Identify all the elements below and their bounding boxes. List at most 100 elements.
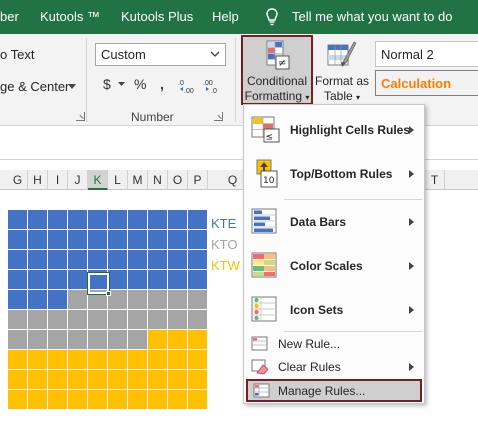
column-header-t[interactable]: T [425, 170, 445, 190]
active-cell[interactable] [87, 272, 111, 296]
waffle-cell[interactable] [148, 330, 167, 349]
waffle-cell[interactable] [188, 350, 207, 369]
waffle-cell[interactable] [128, 330, 147, 349]
waffle-cell[interactable] [168, 350, 187, 369]
waffle-cell[interactable] [128, 290, 147, 309]
waffle-cell[interactable] [88, 310, 107, 329]
menu-item-clear-rules[interactable]: Clear Rules [246, 356, 422, 378]
increase-decimal-icon[interactable]: .0 .00 [178, 78, 196, 94]
waffle-cell[interactable] [148, 210, 167, 229]
waffle-cell[interactable] [188, 230, 207, 249]
menu-item-manage-rules[interactable]: Manage Rules... [246, 379, 422, 402]
column-header-k[interactable]: K [88, 170, 108, 190]
waffle-cell[interactable] [28, 370, 47, 389]
waffle-cell[interactable] [28, 390, 47, 409]
waffle-cell[interactable] [48, 290, 67, 309]
waffle-cell[interactable] [108, 390, 127, 409]
waffle-cell[interactable] [48, 210, 67, 229]
waffle-cell[interactable] [68, 250, 87, 269]
chevron-down-icon[interactable] [118, 82, 125, 87]
waffle-cell[interactable] [68, 230, 87, 249]
waffle-cell[interactable] [168, 210, 187, 229]
waffle-cell[interactable] [168, 390, 187, 409]
waffle-cell[interactable] [68, 370, 87, 389]
waffle-cell[interactable] [128, 230, 147, 249]
waffle-cell[interactable] [28, 230, 47, 249]
waffle-cell[interactable] [8, 230, 27, 249]
waffle-cell[interactable] [8, 250, 27, 269]
waffle-cell[interactable] [108, 250, 127, 269]
column-header-m[interactable]: M [128, 170, 148, 190]
merge-center-button[interactable]: ge & Center [0, 79, 69, 94]
column-header-n[interactable]: N [148, 170, 168, 190]
waffle-cell[interactable] [148, 250, 167, 269]
waffle-cell[interactable] [188, 210, 207, 229]
waffle-cell[interactable] [48, 310, 67, 329]
menu-item-data-bars[interactable]: Data Bars [246, 203, 422, 241]
waffle-cell[interactable] [28, 290, 47, 309]
waffle-cell[interactable] [128, 250, 147, 269]
waffle-cell[interactable] [8, 370, 27, 389]
waffle-cell[interactable] [108, 270, 127, 289]
waffle-cell[interactable] [8, 310, 27, 329]
waffle-cell[interactable] [28, 310, 47, 329]
waffle-cell[interactable] [188, 250, 207, 269]
waffle-cell[interactable] [68, 290, 87, 309]
waffle-cell[interactable] [48, 270, 67, 289]
waffle-cell[interactable] [128, 350, 147, 369]
waffle-cell[interactable] [188, 270, 207, 289]
waffle-cell[interactable] [68, 310, 87, 329]
waffle-cell[interactable] [88, 250, 107, 269]
cell-style-normal2[interactable]: Normal 2 [375, 41, 478, 67]
waffle-cell[interactable] [148, 350, 167, 369]
waffle-cell[interactable] [168, 230, 187, 249]
number-format-dropdown[interactable]: Custom [95, 43, 226, 66]
waffle-cell[interactable] [8, 210, 27, 229]
waffle-cell[interactable] [28, 210, 47, 229]
waffle-cell[interactable] [168, 310, 187, 329]
waffle-cell[interactable] [68, 210, 87, 229]
tab-kutools[interactable]: Kutools ™ [40, 9, 100, 24]
menu-item-highlight-cells-rules[interactable]: ≤ Highlight Cells Rules [246, 111, 422, 149]
waffle-cell[interactable] [188, 310, 207, 329]
format-as-table-button[interactable]: Format as Table ▾ [314, 37, 370, 107]
waffle-cell[interactable] [148, 370, 167, 389]
waffle-cell[interactable] [128, 390, 147, 409]
waffle-cell[interactable] [48, 250, 67, 269]
waffle-cell[interactable] [108, 330, 127, 349]
column-header-l[interactable]: L [108, 170, 128, 190]
waffle-cell[interactable] [28, 330, 47, 349]
tab-help[interactable]: Help [212, 9, 239, 24]
menu-item-top-bottom-rules[interactable]: 10 Top/Bottom Rules [246, 155, 422, 193]
waffle-cell[interactable] [168, 370, 187, 389]
waffle-cell[interactable] [168, 330, 187, 349]
decrease-decimal-icon[interactable]: .00 .0 [203, 78, 221, 94]
menu-item-icon-sets[interactable]: Icon Sets [246, 291, 422, 329]
waffle-cell[interactable] [148, 390, 167, 409]
waffle-cell[interactable] [148, 270, 167, 289]
waffle-cell[interactable] [48, 370, 67, 389]
waffle-cell[interactable] [68, 270, 87, 289]
waffle-cell[interactable] [148, 290, 167, 309]
waffle-cell[interactable] [8, 390, 27, 409]
waffle-cell[interactable] [8, 330, 27, 349]
column-header-p[interactable]: P [188, 170, 208, 190]
column-header-g[interactable]: G [8, 170, 28, 190]
fill-handle[interactable] [106, 291, 111, 296]
menu-item-new-rule[interactable]: New Rule... [246, 333, 422, 355]
waffle-chart-grid[interactable] [8, 210, 208, 410]
waffle-cell[interactable] [48, 230, 67, 249]
waffle-cell[interactable] [8, 270, 27, 289]
column-header-h[interactable]: H [28, 170, 48, 190]
waffle-cell[interactable] [148, 230, 167, 249]
column-header-o[interactable]: O [168, 170, 188, 190]
number-dialog-launcher[interactable] [214, 112, 223, 121]
waffle-cell[interactable] [8, 290, 27, 309]
waffle-cell[interactable] [188, 290, 207, 309]
chevron-down-icon[interactable] [68, 84, 76, 90]
waffle-cell[interactable] [168, 290, 187, 309]
waffle-cell[interactable] [48, 330, 67, 349]
waffle-cell[interactable] [68, 330, 87, 349]
comma-style-button[interactable]: , [160, 76, 164, 92]
waffle-cell[interactable] [128, 310, 147, 329]
